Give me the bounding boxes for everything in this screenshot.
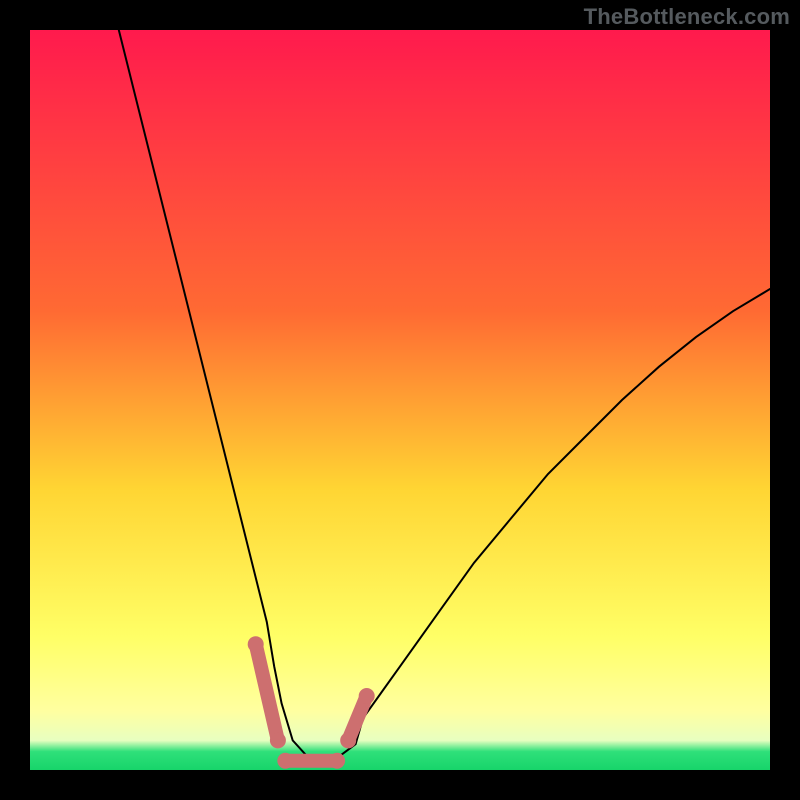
marker-dot: [340, 732, 356, 748]
marker-dot: [270, 732, 286, 748]
chart-svg: [30, 30, 770, 770]
chart-frame: TheBottleneck.com: [0, 0, 800, 800]
marker-dot: [359, 688, 375, 704]
gradient-background: [30, 30, 770, 770]
marker-dot: [277, 753, 293, 769]
plot-area: [30, 30, 770, 770]
attribution-label: TheBottleneck.com: [584, 4, 790, 30]
marker-dot: [248, 636, 264, 652]
marker-dot: [329, 753, 345, 769]
